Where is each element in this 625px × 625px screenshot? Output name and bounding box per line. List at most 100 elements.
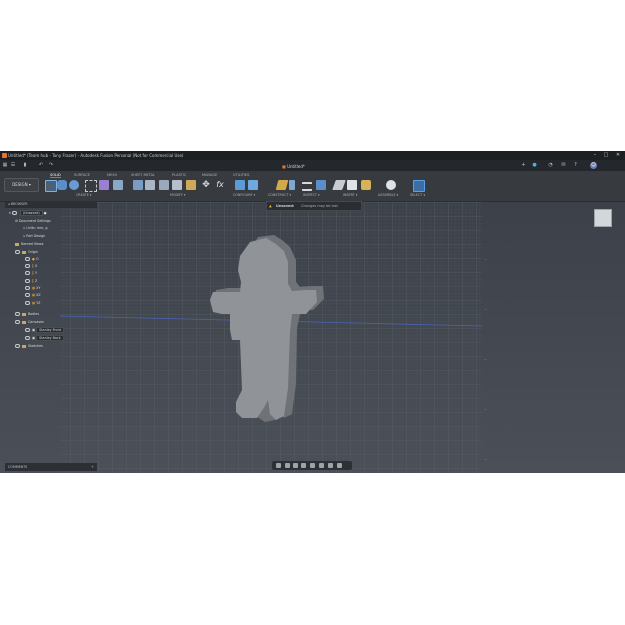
browser-item-origin[interactable]: Origin	[15, 249, 38, 256]
insert-mesh-icon[interactable]	[361, 180, 371, 190]
offset-plane-icon[interactable]	[275, 180, 289, 190]
tab-utilities[interactable]: UTILITIES	[233, 173, 249, 177]
expand-arrow-icon[interactable]: ▾	[9, 211, 11, 215]
combine-icon[interactable]	[186, 180, 196, 190]
close-button[interactable]: ✕	[613, 151, 623, 160]
extensions-icon[interactable]: ●	[531, 162, 538, 169]
job-status-icon[interactable]: ◔	[547, 162, 554, 169]
measure-icon[interactable]	[302, 182, 312, 191]
origin-point-o[interactable]: ● O	[25, 256, 39, 263]
redo-icon[interactable]: ↷	[48, 162, 54, 168]
visibility-eye-icon[interactable]	[25, 264, 30, 268]
browser-item-part-design[interactable]: ▫ Part Design	[23, 233, 45, 240]
parameters-fx-icon[interactable]: fx	[215, 180, 225, 190]
viewports-icon[interactable]	[337, 463, 342, 468]
pan-icon[interactable]	[293, 463, 298, 468]
browser-item-document-settings[interactable]: ⚙ Document Settings	[15, 218, 51, 225]
tab-plastic[interactable]: PLASTIC	[172, 173, 186, 177]
orbit-icon[interactable]	[276, 463, 281, 468]
configure-group-label[interactable]: CONFIGURE ▾	[233, 193, 255, 197]
visibility-eye-icon[interactable]	[15, 320, 20, 324]
tab-solid[interactable]: SOLID	[50, 173, 61, 178]
inspect-group-label[interactable]: INSPECT ▾	[303, 193, 320, 197]
visibility-eye-icon[interactable]	[25, 293, 30, 297]
modify-group-label[interactable]: MODIFY ▾	[170, 193, 186, 197]
zoom-icon[interactable]	[301, 463, 306, 468]
press-pull-icon[interactable]	[133, 180, 143, 190]
settings-dot-icon[interactable]: ●	[44, 211, 47, 215]
tab-sheet-metal[interactable]: SHEET METAL	[131, 173, 155, 177]
visibility-eye-icon[interactable]	[15, 344, 20, 348]
undo-icon[interactable]: ↶	[38, 162, 44, 168]
browser-item-canvases[interactable]: Canvases	[15, 319, 44, 326]
construct-group-label[interactable]: CONSTRUCT ▾	[268, 193, 291, 197]
user-avatar[interactable]: ☺	[590, 162, 597, 169]
visibility-eye-icon[interactable]	[15, 312, 20, 316]
interference-icon[interactable]	[316, 180, 326, 190]
move-copy-icon[interactable]	[85, 180, 97, 192]
minimize-button[interactable]: –	[590, 151, 600, 160]
create-sketch-icon[interactable]	[45, 180, 57, 192]
insert-canvas-icon[interactable]	[347, 180, 357, 190]
tab-surface[interactable]: SURFACE	[74, 173, 90, 177]
tab-untitled[interactable]: ■ Untitled*	[282, 162, 342, 171]
grid-menu-icon[interactable]: ▦	[2, 162, 8, 168]
fillet-icon[interactable]	[145, 180, 155, 190]
shell-icon[interactable]	[172, 180, 182, 190]
browser-item-named-views[interactable]: Named Views	[15, 241, 43, 248]
canvas-stanley-back[interactable]: ▣ Stanley Back	[25, 335, 64, 342]
origin-plane-xz[interactable]: ▦ XZ	[25, 292, 41, 299]
visibility-eye-icon[interactable]	[15, 250, 20, 254]
browser-header[interactable]: ◂ BROWSER	[5, 201, 97, 208]
select-icon[interactable]	[413, 180, 425, 192]
visibility-eye-icon[interactable]	[25, 328, 30, 332]
insert-group-label[interactable]: INSERT ▾	[343, 193, 357, 197]
notifications-icon[interactable]: ✉	[560, 162, 567, 169]
configure-icon[interactable]	[248, 180, 258, 190]
box-icon[interactable]	[113, 180, 123, 190]
joint-icon[interactable]	[386, 180, 396, 190]
visibility-eye-icon[interactable]	[25, 257, 30, 261]
visibility-eye-icon[interactable]	[25, 286, 30, 290]
workspace-switcher[interactable]: DESIGN ▾	[4, 178, 39, 192]
select-group-label[interactable]: SELECT ▾	[410, 193, 425, 197]
new-tab-icon[interactable]: +	[520, 162, 527, 169]
origin-axis-z[interactable]: ┃ Z	[25, 278, 37, 285]
browser-root[interactable]: ▾ (Unsaved) ●	[9, 210, 47, 217]
visibility-eye-icon[interactable]	[25, 336, 30, 340]
visibility-eye-icon[interactable]	[11, 211, 17, 215]
fit-icon[interactable]	[310, 463, 315, 468]
display-settings-icon[interactable]	[319, 463, 324, 468]
save-icon[interactable]: ▮	[22, 162, 28, 168]
insert-derive-icon[interactable]	[332, 180, 346, 190]
axis-icon[interactable]	[289, 180, 295, 190]
tab-manage[interactable]: MANAGE	[202, 173, 217, 177]
chamfer-icon[interactable]	[159, 180, 169, 190]
origin-axis-y[interactable]: ┃ Y	[25, 270, 37, 277]
add-comment-icon[interactable]: +	[91, 463, 94, 471]
browser-item-units[interactable]: ▫ Units: mm, g	[23, 225, 48, 232]
look-at-icon[interactable]	[285, 463, 290, 468]
revolve-icon[interactable]	[69, 180, 79, 190]
tab-mesh[interactable]: MESH	[107, 173, 117, 177]
visibility-eye-icon[interactable]	[25, 271, 30, 275]
configure-table-icon[interactable]	[235, 180, 245, 190]
browser-item-bodies[interactable]: Bodies	[15, 311, 39, 318]
origin-plane-xy[interactable]: ▦ XY	[25, 285, 40, 292]
view-cube[interactable]	[594, 209, 612, 227]
origin-plane-yz[interactable]: ▦ YZ	[25, 300, 40, 307]
maximize-button[interactable]: □	[601, 151, 611, 160]
form-icon[interactable]	[99, 180, 109, 190]
browser-item-sketches[interactable]: Sketches	[15, 343, 43, 350]
visibility-eye-icon[interactable]	[25, 279, 30, 283]
create-group-label[interactable]: CREATE ▾	[76, 193, 91, 197]
canvas-stanley-front[interactable]: ▣ Stanley Front	[25, 327, 64, 334]
origin-axis-x[interactable]: ┃ X	[25, 263, 37, 270]
assemble-group-label[interactable]: ASSEMBLE ▾	[378, 193, 398, 197]
extrude-icon[interactable]	[57, 180, 67, 190]
help-icon[interactable]: ?	[572, 162, 579, 169]
move-icon[interactable]: ✥	[201, 180, 211, 190]
comments-panel[interactable]: COMMENTS +	[5, 463, 97, 471]
visibility-eye-icon[interactable]	[25, 301, 30, 305]
file-menu-icon[interactable]: ☰	[10, 162, 16, 168]
